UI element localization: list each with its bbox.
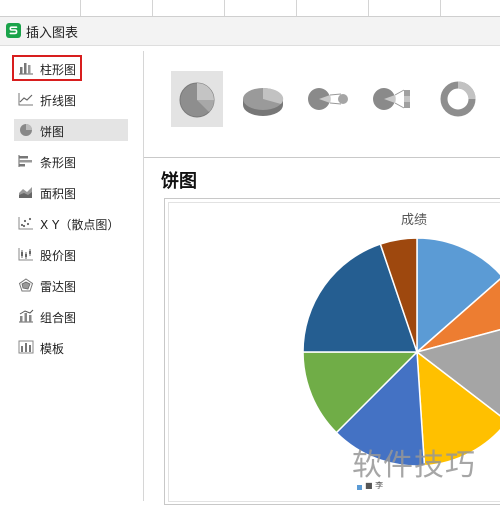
sidebar-item-line-chart[interactable]: 折线图 — [14, 88, 128, 110]
sheet-column — [152, 0, 225, 16]
sheet-column — [296, 0, 369, 16]
sidebar-item-bar-chart[interactable]: 条形图 — [14, 150, 128, 172]
combo-chart-icon — [18, 309, 34, 323]
sidebar-item-label: 雷达图 — [40, 280, 77, 294]
bar-of-pie-subtype-icon — [373, 88, 410, 110]
sidebar-item-radar-chart[interactable]: 雷达图 — [14, 274, 128, 296]
area-chart-icon — [18, 185, 34, 199]
spreadsheet-grid-strip — [0, 0, 500, 17]
preview-heading: 饼图 — [161, 171, 197, 192]
subtype-bar-of-pie[interactable] — [367, 71, 419, 127]
sidebar-item-label: 折线图 — [40, 94, 77, 108]
pie-chart-icon — [18, 123, 34, 137]
sidebar-item-label: 柱形图 — [40, 63, 77, 77]
sidebar-item-label: 股价图 — [40, 249, 77, 263]
sidebar-item-combo-chart[interactable]: 组合图 — [14, 305, 128, 327]
doughnut-subtype-icon — [440, 81, 476, 117]
sidebar-item-stock-chart[interactable]: 股价图 — [14, 243, 128, 265]
insert-chart-dialog: 插入图表 柱形图 折线图 饼图 条形图 面积图 X Y（散点图） 股价图 雷达图… — [0, 16, 500, 505]
scatter-chart-icon — [18, 216, 34, 230]
sidebar-item-label: 饼图 — [40, 125, 65, 139]
line-chart-icon — [18, 92, 34, 106]
stock-chart-icon — [18, 247, 34, 261]
sidebar-item-label: 组合图 — [40, 311, 77, 325]
subtype-pie[interactable] — [171, 71, 223, 127]
sidebar-item-pie-chart[interactable]: 饼图 — [14, 119, 128, 141]
subtype-doughnut[interactable] — [432, 71, 484, 127]
3d-pie-subtype-icon — [243, 87, 284, 116]
wps-spreadsheet-app-icon — [6, 23, 21, 38]
sidebar-item-template[interactable]: 模板 — [14, 336, 128, 358]
pie-of-pie-subtype-icon — [308, 88, 348, 110]
chart-type-sidebar: 柱形图 折线图 饼图 条形图 面积图 X Y（散点图） 股价图 雷达图 组合图 … — [0, 51, 144, 501]
chart-preview-pane: 饼图 成绩 ■ 李 — [144, 51, 500, 505]
dialog-title: 插入图表 — [26, 26, 79, 41]
sidebar-item-label: 面积图 — [40, 187, 77, 201]
sheet-column — [224, 0, 297, 16]
radar-chart-icon — [18, 278, 34, 292]
sidebar-item-column-chart[interactable]: 柱形图 — [12, 55, 82, 81]
sheet-column — [440, 0, 500, 16]
template-icon — [18, 340, 34, 354]
sidebar-item-label: 条形图 — [40, 156, 77, 170]
sheet-column — [0, 0, 81, 16]
subtype-pie-of-pie[interactable] — [302, 71, 354, 127]
sidebar-item-area-chart[interactable]: 面积图 — [14, 181, 128, 203]
sheet-column — [368, 0, 441, 16]
dialog-titlebar[interactable]: 插入图表 — [0, 17, 500, 46]
chart-subtype-bar — [144, 51, 500, 158]
sidebar-item-label: X Y（散点图） — [40, 218, 120, 232]
sheet-column — [80, 0, 153, 16]
subtype-3d-pie[interactable] — [237, 71, 289, 127]
watermark-text: 软件技巧 — [352, 448, 476, 483]
legend-swatch — [357, 485, 362, 490]
pie-subtype-icon — [179, 82, 215, 118]
bar-chart-icon — [18, 154, 34, 168]
sidebar-item-scatter-chart[interactable]: X Y（散点图） — [14, 212, 128, 234]
sidebar-item-label: 模板 — [40, 342, 65, 356]
column-chart-icon — [18, 61, 34, 75]
